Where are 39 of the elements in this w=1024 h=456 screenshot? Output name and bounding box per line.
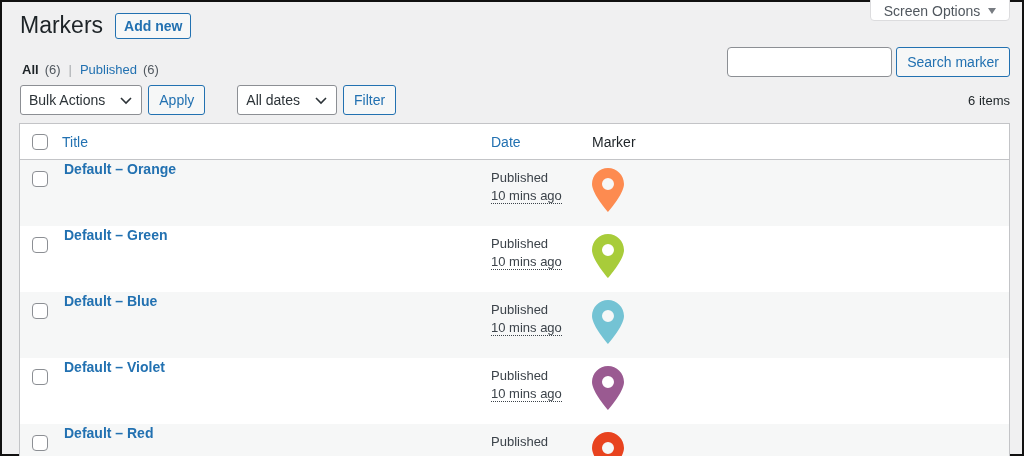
view-count: (6) bbox=[143, 62, 159, 77]
marker-title-link[interactable]: Default – Blue bbox=[64, 293, 158, 309]
date-text: 10 mins ago bbox=[491, 386, 562, 402]
row-checkbox[interactable] bbox=[32, 303, 48, 319]
column-sort-link[interactable]: Date bbox=[491, 133, 592, 150]
status-text: Published bbox=[491, 368, 549, 383]
view-filter-link[interactable]: Published bbox=[79, 62, 137, 77]
view-filter-link[interactable]: All bbox=[22, 62, 39, 77]
date-text: 10 mins ago bbox=[491, 254, 562, 270]
triangle-down-icon bbox=[988, 7, 997, 14]
status-text: Published bbox=[491, 170, 549, 185]
items-count: 6 items bbox=[968, 92, 1010, 108]
status-text: Published bbox=[491, 302, 549, 317]
column-sort-link[interactable]: Title bbox=[62, 133, 491, 150]
separator-text: | bbox=[68, 62, 72, 77]
row-checkbox[interactable] bbox=[32, 369, 48, 385]
search-button[interactable]: Search marker bbox=[896, 46, 1010, 77]
row-checkbox[interactable] bbox=[32, 171, 48, 187]
search-field[interactable] bbox=[727, 46, 893, 77]
bulk-actions-dropdown[interactable]: Bulk Actions bbox=[20, 85, 143, 115]
date-text: 10 mins ago bbox=[491, 188, 562, 204]
marker-title-link[interactable]: Default – Orange bbox=[64, 161, 177, 177]
marker-title-link[interactable]: Default – Red bbox=[64, 425, 154, 441]
marker-title-link[interactable]: Default – Violet bbox=[64, 359, 165, 375]
date-text: 10 mins ago bbox=[491, 320, 562, 336]
column-header: Marker bbox=[592, 133, 637, 150]
view-count: (6) bbox=[44, 62, 61, 77]
date-filter-dropdown[interactable]: All dates bbox=[237, 85, 337, 115]
status-text: Published bbox=[491, 434, 549, 449]
select-all-checkbox[interactable] bbox=[32, 133, 48, 150]
status-text: Published bbox=[491, 236, 549, 251]
screen-options-tab[interactable]: Screen Options bbox=[870, 0, 1010, 21]
marker-title-link[interactable]: Default – Green bbox=[64, 227, 168, 243]
apply-button[interactable]: Apply bbox=[148, 85, 206, 115]
row-checkbox[interactable] bbox=[32, 435, 48, 451]
row-checkbox[interactable] bbox=[32, 237, 48, 253]
page-title: Markers bbox=[20, 11, 104, 40]
filter-button[interactable]: Filter bbox=[343, 85, 397, 115]
add-new-button[interactable]: Add new bbox=[115, 12, 192, 39]
